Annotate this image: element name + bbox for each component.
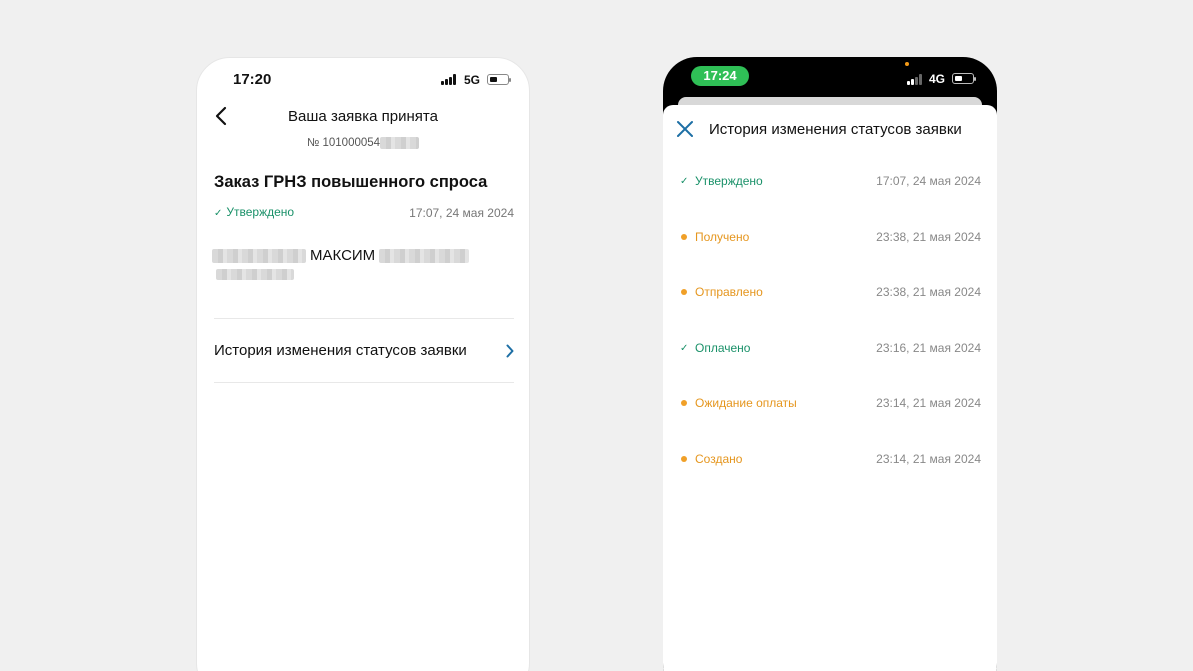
- dot-icon: [681, 455, 687, 462]
- request-number-text: № 101000054: [306, 137, 381, 150]
- history-status-label: Утверждено: [695, 174, 763, 188]
- history-row: Получено 23:38, 21 мая 2024: [663, 229, 997, 285]
- network-type: 5G: [464, 73, 481, 87]
- history-status-label: Ожидание оплаты: [695, 396, 797, 411]
- history-row: ✓ Оплачено 23:16, 21 мая 2024: [663, 340, 997, 396]
- request-number: № 101000054: [197, 137, 529, 149]
- history-status-label: Отправлено: [695, 285, 763, 300]
- history-timestamp: 23:16, 21 мая 2024: [876, 340, 981, 355]
- dot-icon: [681, 400, 687, 407]
- redacted-block: [380, 137, 420, 149]
- status-history-list: ✓ Утверждено 17:07, 24 мая 2024 Получено…: [663, 173, 997, 507]
- history-row: Создано 23:14, 21 мая 2024: [663, 451, 997, 507]
- dot-icon: [681, 233, 687, 240]
- check-icon: ✓: [214, 208, 223, 219]
- status-bar-time: 17:20: [233, 71, 272, 88]
- history-row: ✓ Утверждено 17:07, 24 мая 2024: [663, 173, 997, 229]
- status-history-link[interactable]: История изменения статусов заявки: [214, 342, 514, 362]
- history-row: Ожидание оплаты 23:14, 21 мая 2024: [663, 395, 997, 451]
- history-timestamp: 23:38, 21 мая 2024: [876, 229, 981, 244]
- history-timestamp: 17:07, 24 мая 2024: [876, 174, 981, 188]
- history-timestamp: 23:14, 21 мая 2024: [876, 396, 981, 411]
- history-timestamp: 23:14, 21 мая 2024: [876, 451, 981, 466]
- check-icon: ✓: [680, 176, 689, 187]
- close-icon: [677, 121, 693, 137]
- history-status-label: Оплачено: [695, 340, 751, 355]
- chevron-right-icon: [506, 344, 514, 358]
- phone-screen-request: 17:20 5G Ваша заявка принята № 101000054…: [196, 57, 530, 671]
- redacted-block: [212, 249, 306, 264]
- status-history-label: История изменения статусов заявки: [214, 342, 467, 359]
- order-title: Заказ ГРНЗ повышенного спроса: [214, 173, 488, 191]
- applicant-first-name: МАКСИМ: [310, 247, 376, 264]
- sheet-title: История изменения статусов заявки: [709, 121, 962, 138]
- status-label: Утверждено: [226, 205, 295, 219]
- signal-icon: [441, 74, 457, 85]
- battery-icon: [487, 74, 511, 85]
- divider: [214, 318, 514, 319]
- status-timestamp: 17:07, 24 мая 2024: [409, 206, 514, 220]
- history-timestamp: 23:38, 21 мая 2024: [876, 285, 981, 300]
- phone-screen-history: 17:24 4G История изменения статусов заяв…: [663, 57, 997, 671]
- network-type: 4G: [929, 72, 946, 86]
- history-row: Отправлено 23:38, 21 мая 2024: [663, 284, 997, 340]
- history-status-label: Создано: [695, 451, 743, 466]
- battery-icon: [952, 73, 976, 84]
- history-status-label: Получено: [695, 229, 750, 244]
- close-button[interactable]: [674, 118, 696, 140]
- status-badge: ✓ Утверждено: [214, 205, 294, 219]
- status-bar-time: 17:24: [691, 66, 749, 86]
- check-icon: ✓: [680, 342, 689, 354]
- divider: [214, 382, 514, 383]
- signal-icon: [907, 74, 923, 85]
- redacted-block: [216, 269, 294, 280]
- page-title: Ваша заявка принята: [288, 108, 438, 125]
- applicant-name: МАКСИМ: [212, 247, 470, 264]
- status-history-sheet: История изменения статусов заявки ✓ Утве…: [663, 105, 997, 671]
- privacy-indicator-icon: [905, 62, 909, 66]
- redacted-block: [379, 249, 470, 264]
- dot-icon: [681, 289, 687, 296]
